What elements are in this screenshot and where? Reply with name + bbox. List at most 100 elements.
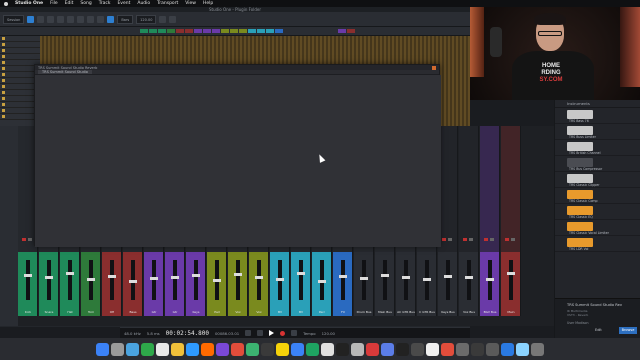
fader-cap[interactable] [339,275,347,278]
fader-cap[interactable] [66,272,74,275]
record-arm-icon[interactable] [505,238,509,241]
app-menu[interactable]: Studio One [15,1,43,6]
timebase-box[interactable]: Bars [117,14,134,24]
channel-name[interactable]: Vox [250,310,268,314]
browser-item[interactable]: TRS Buss Limiter [555,124,640,140]
menu-help[interactable]: Help [203,1,213,6]
browser-header[interactable]: Instruments [555,100,640,108]
channel-name[interactable]: FX [334,310,352,314]
bars-display[interactable]: 00086.03.01 [215,331,239,336]
browser-item[interactable]: TRS LDR Vol [555,236,640,252]
fader-cap[interactable] [234,273,242,276]
browse-button[interactable]: Browse [619,327,637,334]
mute-tool-icon[interactable] [77,15,85,23]
channel-name[interactable]: OH [103,310,121,314]
channel-name[interactable]: Pad [208,310,226,314]
monitor-icon[interactable] [490,238,494,241]
loop-transport-icon[interactable] [291,330,298,336]
paint-tool-icon[interactable] [67,15,75,23]
channel-name[interactable]: Vox [229,310,247,314]
split-tool-icon[interactable] [47,15,55,23]
volume-fader[interactable] [255,260,263,300]
arrow-tool-icon[interactable] [27,15,35,23]
volume-fader[interactable] [297,260,305,300]
dock-app-icon[interactable] [351,342,364,356]
channel-name[interactable]: BGV Bus [481,310,499,314]
browser-item[interactable]: TRS Classic Clipper [555,172,640,188]
channel-insert-area[interactable] [438,126,458,252]
dock-app-icon[interactable] [366,342,379,356]
fader-cap[interactable] [108,275,116,278]
volume-fader[interactable] [129,260,137,300]
fader-cap[interactable] [276,278,284,281]
browser-item[interactable]: TRS Classic Vocal Limiter [555,220,640,236]
close-icon[interactable] [432,65,436,70]
dock-app-icon[interactable] [291,342,304,356]
volume-fader[interactable] [192,260,200,300]
channel-name[interactable]: Hat [61,310,79,314]
channel-name[interactable]: AC GTR Bus [397,310,415,314]
edit-button[interactable]: Edit [595,328,602,332]
loop-icon[interactable] [159,15,167,23]
fader-cap[interactable] [402,276,410,279]
dock-app-icon[interactable] [426,342,439,356]
monitor-icon[interactable] [28,238,32,241]
volume-fader[interactable] [423,260,431,300]
volume-fader[interactable] [507,260,515,300]
dock-app-icon[interactable] [126,342,139,356]
fader-cap[interactable] [213,279,221,282]
record-arm-icon[interactable] [463,238,467,241]
volume-fader[interactable] [24,260,32,300]
dock-app-icon[interactable] [111,342,124,356]
dock-app-icon[interactable] [396,342,409,356]
volume-fader[interactable] [402,260,410,300]
dock-app-icon[interactable] [246,342,259,356]
channel-name[interactable]: C GTR Bus [418,310,436,314]
record-icon[interactable] [280,330,286,336]
menu-track[interactable]: Track [99,1,111,6]
volume-fader[interactable] [339,260,347,300]
channel-name[interactable]: Snare [40,310,58,314]
menu-edit[interactable]: Edit [65,1,74,6]
channel-insert-area[interactable] [459,126,479,252]
volume-fader[interactable] [45,260,53,300]
fader-cap[interactable] [381,274,389,277]
browser-item[interactable]: TRS Bus Compressor [555,156,640,172]
fader-cap[interactable] [192,274,200,277]
plugin-body[interactable] [35,75,441,247]
volume-fader[interactable] [150,260,158,300]
dock-app-icon[interactable] [261,342,274,356]
fader-cap[interactable] [171,276,179,279]
channel-name[interactable]: BV [271,310,289,314]
volume-fader[interactable] [108,260,116,300]
record-arm-icon[interactable] [484,238,488,241]
fader-cap[interactable] [423,278,431,281]
time-display[interactable]: 00:02:54.800 [166,330,209,337]
record-arm-icon[interactable] [442,238,446,241]
volume-fader[interactable] [213,260,221,300]
channel-name[interactable]: Vox Bus [460,310,478,314]
browser-item[interactable]: TRS Classic EQ [555,204,640,220]
volume-fader[interactable] [360,260,368,300]
fader-cap[interactable] [297,272,305,275]
fader-cap[interactable] [465,276,473,279]
song-box[interactable]: Session [3,14,25,24]
channel-name[interactable]: Keys [187,310,205,314]
play-icon[interactable] [269,330,275,336]
channel-name[interactable]: Gtr [166,310,184,314]
channel-name[interactable]: Tom [82,310,100,314]
browser-item[interactable]: TRS Classic Comp [555,188,640,204]
menu-transport[interactable]: Transport [157,1,178,6]
fader-cap[interactable] [255,276,263,279]
plugin-tab[interactable]: TRS Summit Sound Studio [38,70,92,74]
channel-name[interactable]: Kick [19,310,37,314]
dock-app-icon[interactable] [486,342,499,356]
volume-fader[interactable] [87,260,95,300]
channel-name[interactable]: Drum Bus [355,310,373,314]
volume-fader[interactable] [276,260,284,300]
monitor-icon[interactable] [448,238,452,241]
fader-cap[interactable] [87,278,95,281]
volume-fader[interactable] [444,260,452,300]
menu-audio[interactable]: Audio [137,1,150,6]
dock-app-icon[interactable] [441,342,454,356]
